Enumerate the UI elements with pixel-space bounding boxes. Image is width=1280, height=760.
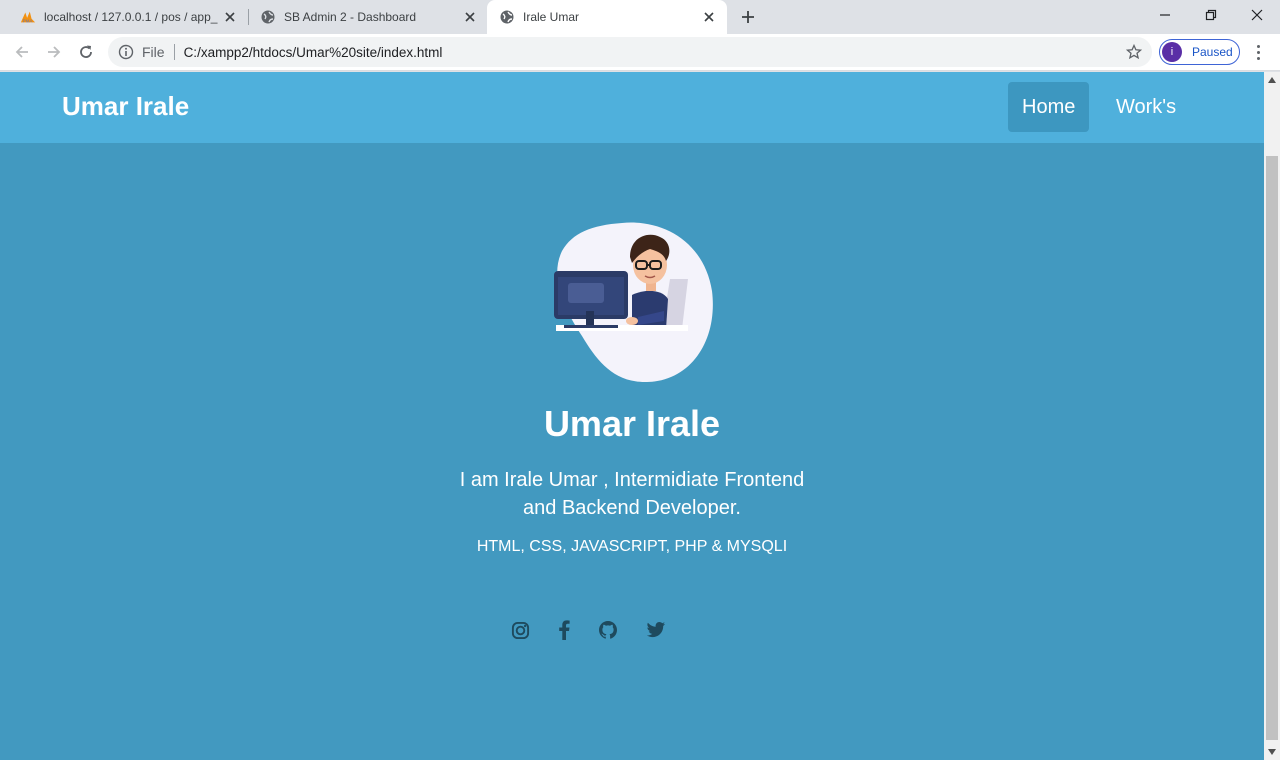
omnibox-divider — [173, 44, 175, 60]
browser-tab-phpmyadmin[interactable]: PMA localhost / 127.0.0.1 / pos / app_ — [0, 0, 248, 34]
reload-button[interactable] — [72, 38, 100, 66]
nav-link-works[interactable]: Work's — [1102, 82, 1190, 132]
arrow-right-icon — [48, 46, 61, 58]
close-tab-icon[interactable] — [222, 9, 238, 25]
twitter-icon[interactable] — [645, 619, 667, 641]
close-icon — [1251, 9, 1263, 21]
browser-tab-sb-admin[interactable]: SB Admin 2 - Dashboard — [240, 0, 488, 34]
scroll-down-arrow-icon[interactable] — [1264, 744, 1280, 760]
tab-title: SB Admin 2 - Dashboard — [284, 10, 417, 24]
browser-tab-strip: PMA localhost / 127.0.0.1 / pos / app_ S… — [0, 0, 1280, 34]
url-text[interactable]: C:/xampp2/htdocs/Umar%20site/index.html — [184, 45, 443, 60]
globe-icon — [499, 9, 515, 25]
close-window-button[interactable] — [1234, 0, 1280, 30]
hero-description: I am Irale Umar , Intermidiate Frontend … — [459, 469, 805, 519]
new-tab-button[interactable] — [736, 6, 760, 28]
instagram-icon[interactable] — [509, 619, 531, 641]
github-icon[interactable] — [597, 619, 619, 641]
site-navbar: Umar Irale Home Work's — [0, 72, 1264, 143]
plus-icon — [742, 11, 754, 23]
back-button[interactable] — [8, 38, 36, 66]
minimize-button[interactable] — [1142, 0, 1188, 30]
scheme-label: File — [142, 44, 165, 60]
hero-section: Umar Irale I am Irale Umar , Intermidiat… — [0, 143, 1264, 760]
scroll-up-arrow-icon[interactable] — [1264, 72, 1280, 88]
hero-skills: HTML, CSS, JAVASCRIPT, PHP & MYSQLI — [476, 538, 788, 555]
tab-title: Irale Umar — [523, 10, 580, 24]
info-icon[interactable] — [118, 44, 134, 60]
forward-button[interactable] — [40, 38, 68, 66]
tab-title: localhost / 127.0.0.1 / pos / app_ — [44, 10, 218, 24]
facebook-icon[interactable] — [553, 619, 575, 641]
page-viewport: Umar Irale Home Work's Umar Irale I am I… — [0, 72, 1264, 760]
profile-status: Paused — [1192, 45, 1233, 59]
page-scrollbar[interactable] — [1264, 72, 1280, 760]
minimize-icon — [1160, 14, 1170, 16]
bookmark-star-icon[interactable] — [1126, 44, 1142, 60]
phpmyadmin-icon: PMA — [20, 9, 36, 25]
site-brand[interactable]: Umar Irale — [62, 91, 189, 122]
arrow-left-icon — [15, 46, 28, 58]
browser-toolbar: File C:/xampp2/htdocs/Umar%20site/index.… — [0, 34, 1280, 71]
scrollbar-thumb[interactable] — [1266, 156, 1278, 740]
globe-icon — [260, 9, 276, 25]
restore-button[interactable] — [1188, 0, 1234, 30]
nav-link-home[interactable]: Home — [1008, 82, 1090, 132]
hero-name: Umar Irale — [543, 403, 721, 444]
restore-icon — [1205, 9, 1217, 21]
reload-icon — [80, 45, 92, 58]
browser-tab-irale-umar[interactable]: Irale Umar — [487, 0, 727, 34]
profile-avatar: i — [1162, 42, 1182, 62]
developer-avatar-illustration — [554, 222, 713, 383]
close-tab-icon[interactable] — [701, 9, 717, 25]
close-tab-icon[interactable] — [462, 9, 478, 25]
address-bar[interactable]: File C:/xampp2/htdocs/Umar%20site/index.… — [108, 37, 1152, 67]
browser-menu-button[interactable] — [1248, 42, 1268, 62]
profile-button[interactable]: i Paused — [1159, 39, 1240, 65]
svg-text:PMA: PMA — [23, 18, 33, 23]
